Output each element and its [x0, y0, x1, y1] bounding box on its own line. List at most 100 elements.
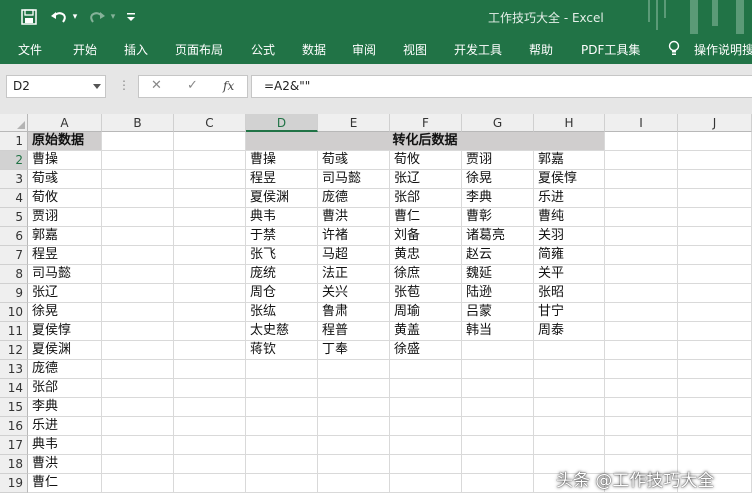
- column-header[interactable]: A: [28, 114, 102, 132]
- cell[interactable]: [678, 227, 752, 246]
- converted-name-cell[interactable]: 徐盛: [390, 341, 462, 360]
- converted-name-cell[interactable]: 庞统: [246, 265, 318, 284]
- tab-page-layout[interactable]: 页面布局: [175, 41, 223, 58]
- converted-name-cell[interactable]: 徐晃: [462, 170, 534, 189]
- tab-data[interactable]: 数据: [302, 41, 326, 58]
- cell[interactable]: [605, 284, 678, 303]
- source-name-cell[interactable]: 夏侯渊: [28, 341, 102, 360]
- select-all-corner[interactable]: [0, 114, 28, 132]
- converted-name-cell[interactable]: 周瑜: [390, 303, 462, 322]
- cell[interactable]: [174, 322, 246, 341]
- converted-name-cell[interactable]: 太史慈: [246, 322, 318, 341]
- converted-name-cell[interactable]: 关兴: [318, 284, 390, 303]
- cell[interactable]: [102, 398, 174, 417]
- source-name-cell[interactable]: 曹操: [28, 151, 102, 170]
- column-header[interactable]: J: [678, 114, 752, 132]
- cell[interactable]: [678, 132, 752, 151]
- converted-name-cell[interactable]: 关平: [534, 265, 605, 284]
- cell[interactable]: [678, 398, 752, 417]
- cell[interactable]: [678, 265, 752, 284]
- cell[interactable]: [534, 379, 605, 398]
- cell[interactable]: [246, 379, 318, 398]
- converted-name-cell[interactable]: 李典: [462, 189, 534, 208]
- row-header[interactable]: 3: [0, 170, 28, 189]
- cell[interactable]: [605, 265, 678, 284]
- converted-name-cell[interactable]: 程昱: [246, 170, 318, 189]
- converted-name-cell[interactable]: 司马懿: [318, 170, 390, 189]
- undo-dropdown-icon[interactable]: ▾: [70, 0, 80, 34]
- converted-name-cell[interactable]: 周泰: [534, 322, 605, 341]
- converted-name-cell[interactable]: 程普: [318, 322, 390, 341]
- row-header[interactable]: 7: [0, 246, 28, 265]
- lightbulb-icon[interactable]: [668, 40, 680, 59]
- converted-name-cell[interactable]: 吕蒙: [462, 303, 534, 322]
- row-header[interactable]: 15: [0, 398, 28, 417]
- cell[interactable]: [390, 474, 462, 493]
- converted-name-cell[interactable]: 曹操: [246, 151, 318, 170]
- converted-name-cell[interactable]: 陆逊: [462, 284, 534, 303]
- cell[interactable]: [102, 246, 174, 265]
- converted-name-cell[interactable]: 夏侯惇: [534, 170, 605, 189]
- row-header[interactable]: 5: [0, 208, 28, 227]
- converted-name-cell[interactable]: 荀攸: [390, 151, 462, 170]
- cell[interactable]: [678, 322, 752, 341]
- cell[interactable]: [246, 360, 318, 379]
- cell[interactable]: [605, 303, 678, 322]
- row-header[interactable]: 2: [0, 151, 28, 170]
- source-name-cell[interactable]: 乐进: [28, 417, 102, 436]
- cell[interactable]: [605, 417, 678, 436]
- tab-formulas[interactable]: 公式: [251, 41, 275, 58]
- converted-name-cell[interactable]: 夏侯渊: [246, 189, 318, 208]
- column-header[interactable]: H: [534, 114, 605, 132]
- converted-name-cell[interactable]: 周仓: [246, 284, 318, 303]
- cell[interactable]: [605, 189, 678, 208]
- cell[interactable]: [174, 455, 246, 474]
- cell[interactable]: [174, 265, 246, 284]
- row-header[interactable]: 17: [0, 436, 28, 455]
- tell-me-search[interactable]: 操作说明搜: [694, 41, 752, 58]
- cell[interactable]: [605, 208, 678, 227]
- converted-name-cell[interactable]: 于禁: [246, 227, 318, 246]
- cell[interactable]: [102, 436, 174, 455]
- cell[interactable]: [605, 170, 678, 189]
- tab-insert[interactable]: 插入: [124, 41, 148, 58]
- cell[interactable]: [678, 341, 752, 360]
- converted-name-cell[interactable]: 贾诩: [462, 151, 534, 170]
- cell[interactable]: [318, 436, 390, 455]
- converted-name-cell[interactable]: 张昭: [534, 284, 605, 303]
- cell[interactable]: [174, 132, 246, 151]
- cell[interactable]: [246, 474, 318, 493]
- cell[interactable]: [174, 474, 246, 493]
- cell[interactable]: [174, 170, 246, 189]
- converted-name-cell[interactable]: 甘宁: [534, 303, 605, 322]
- converted-name-cell[interactable]: 关羽: [534, 227, 605, 246]
- cell[interactable]: [462, 455, 534, 474]
- header-original-data[interactable]: 原始数据: [28, 132, 102, 151]
- column-header[interactable]: D: [246, 114, 318, 132]
- cell[interactable]: [605, 151, 678, 170]
- converted-name-cell[interactable]: 庞德: [318, 189, 390, 208]
- cell[interactable]: [246, 455, 318, 474]
- cancel-icon[interactable]: ✕: [151, 78, 162, 93]
- row-header[interactable]: 12: [0, 341, 28, 360]
- tab-developer[interactable]: 开发工具: [454, 41, 502, 58]
- cell[interactable]: [462, 436, 534, 455]
- cell[interactable]: [174, 246, 246, 265]
- cell[interactable]: [678, 170, 752, 189]
- row-header[interactable]: 1: [0, 132, 28, 151]
- cell[interactable]: [605, 360, 678, 379]
- cell[interactable]: [390, 379, 462, 398]
- source-name-cell[interactable]: 李典: [28, 398, 102, 417]
- cell[interactable]: [174, 189, 246, 208]
- converted-name-cell[interactable]: 赵云: [462, 246, 534, 265]
- cell[interactable]: [678, 284, 752, 303]
- converted-name-cell[interactable]: 蒋钦: [246, 341, 318, 360]
- cell[interactable]: [462, 398, 534, 417]
- cell[interactable]: [605, 341, 678, 360]
- converted-name-cell[interactable]: 魏延: [462, 265, 534, 284]
- customize-qat-icon[interactable]: [124, 0, 138, 34]
- cell[interactable]: [174, 417, 246, 436]
- cell[interactable]: [605, 379, 678, 398]
- cell[interactable]: [102, 189, 174, 208]
- column-header[interactable]: E: [318, 114, 390, 132]
